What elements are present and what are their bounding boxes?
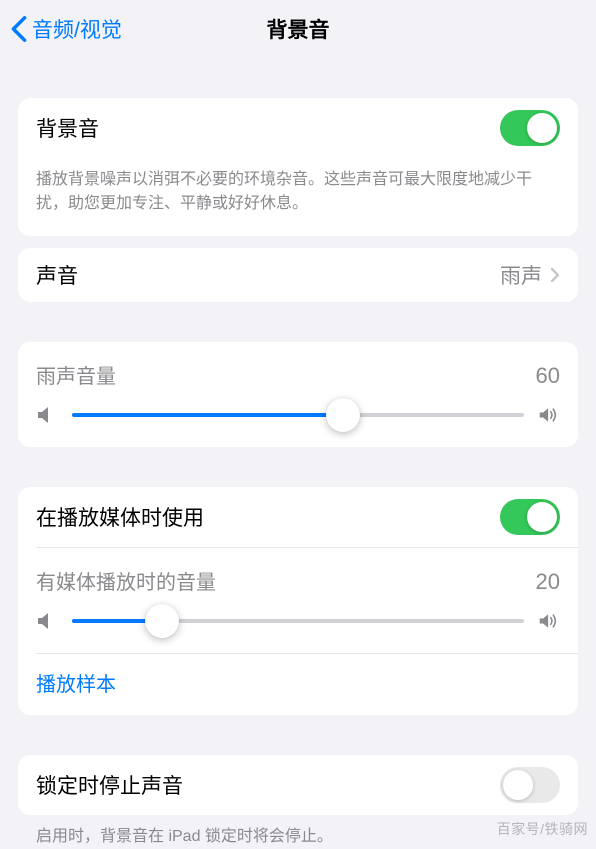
media-volume-label: 有媒体播放时的音量 [36,566,216,595]
group-rain-volume: 雨声音量 60 [18,342,578,447]
slider-thumb [145,604,179,638]
stop-on-lock-label: 锁定时停止声音 [36,770,500,800]
toggle-knob [527,502,557,532]
media-volume-slider[interactable] [72,619,524,623]
stop-on-lock-toggle[interactable] [500,767,560,803]
row-background-sound-toggle: 背景音 [18,98,578,158]
back-label: 音频/视觉 [32,14,122,44]
background-sound-description: 播放背景噪声以消弭不必要的环境杂音。这些声音可最大限度地减少干扰，助您更加专注、… [18,158,578,236]
group-lock: 锁定时停止声音 [18,755,578,815]
row-sound-select[interactable]: 声音 雨声 [18,248,578,302]
chevron-left-icon [10,15,28,43]
background-sound-label: 背景音 [36,113,500,143]
volume-high-icon [538,405,560,425]
rain-volume-label: 雨声音量 [36,360,116,389]
slider-fill [72,413,343,417]
stop-on-lock-description: 启用时，背景音在 iPad 锁定时将会停止。 [18,815,578,849]
volume-low-icon [36,405,58,425]
background-sound-toggle[interactable] [500,110,560,146]
volume-low-icon [36,611,58,631]
rain-volume-slider[interactable] [72,413,524,417]
row-use-with-media-toggle: 在播放媒体时使用 [18,487,578,547]
sound-label: 声音 [36,260,500,290]
group-sound-select: 声音 雨声 [18,248,578,302]
sound-value: 雨声 [500,260,542,290]
use-with-media-label: 在播放媒体时使用 [36,502,500,532]
slider-thumb [326,398,360,432]
rain-volume-row: 雨声音量 60 [18,342,578,447]
watermark: 百家号/铁骑网 [497,819,588,839]
back-button[interactable]: 音频/视觉 [10,14,122,44]
row-stop-on-lock-toggle: 锁定时停止声音 [18,755,578,815]
chevron-right-icon [550,267,560,283]
toggle-knob [527,113,557,143]
group-media: 在播放媒体时使用 有媒体播放时的音量 20 [18,487,578,715]
group-background-sound: 背景音 播放背景噪声以消弭不必要的环境杂音。这些声音可最大限度地减少干扰，助您更… [18,98,578,236]
play-sample-link[interactable]: 播放样本 [18,654,578,715]
toggle-knob [503,770,533,800]
rain-volume-value: 60 [536,363,560,389]
media-volume-value: 20 [536,569,560,595]
nav-bar: 音频/视觉 背景音 [0,0,596,58]
volume-high-icon [538,611,560,631]
media-volume-row: 有媒体播放时的音量 20 [18,548,578,653]
use-with-media-toggle[interactable] [500,499,560,535]
